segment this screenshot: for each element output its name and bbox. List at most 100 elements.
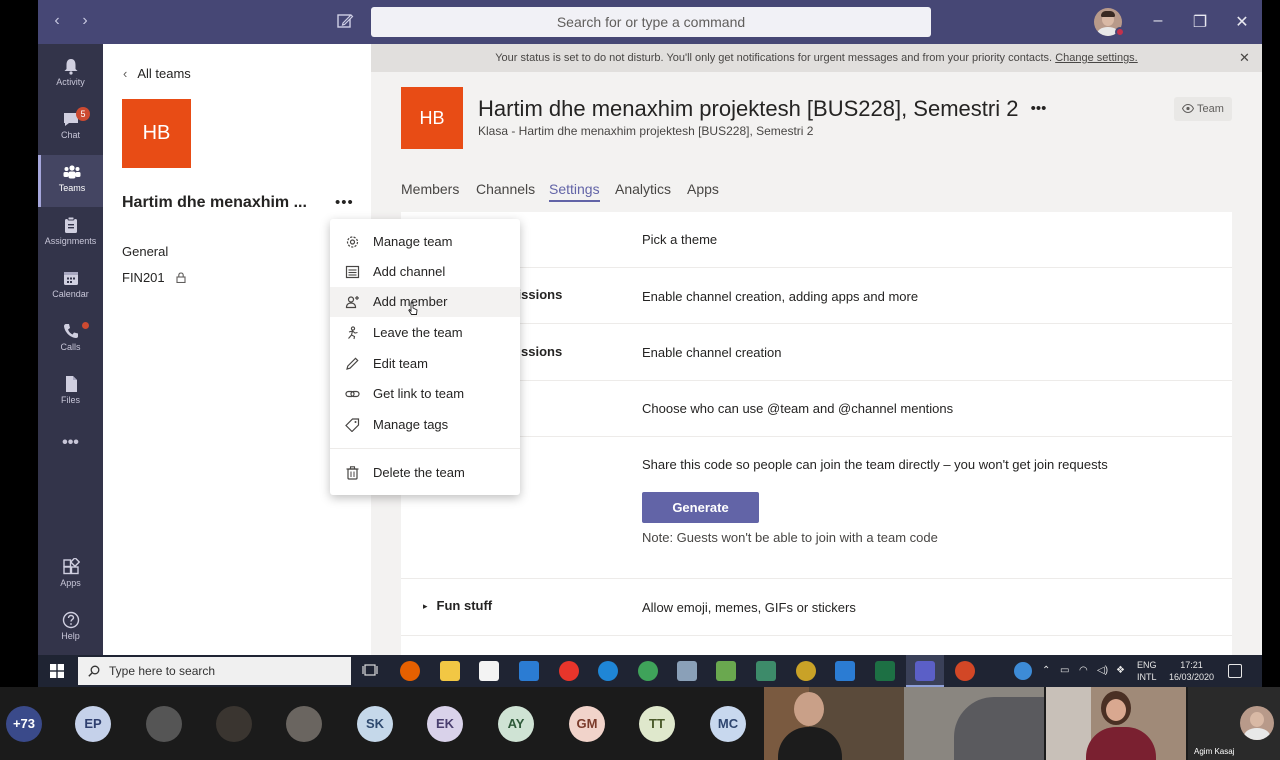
tab-settings[interactable]: Settings	[549, 181, 600, 202]
help-tray-icon[interactable]	[1014, 662, 1032, 680]
team-title-more-button[interactable]: •••	[1031, 100, 1047, 117]
team-code-description: Share this code so people can join the t…	[642, 457, 1108, 472]
channel-list-icon	[345, 265, 360, 279]
file-explorer-icon[interactable]	[440, 661, 460, 681]
teams-taskbar-icon[interactable]	[915, 661, 935, 681]
tab-channels[interactable]: Channels	[476, 181, 535, 197]
notification-center-icon[interactable]	[1228, 664, 1242, 678]
rail-label: Teams	[58, 183, 86, 193]
rail-item-help[interactable]: Help	[38, 603, 103, 655]
participant-avatar[interactable]: AY	[498, 706, 534, 742]
remote-desktop-icon[interactable]	[756, 661, 776, 681]
chrome-icon[interactable]	[638, 661, 658, 681]
opera-icon[interactable]	[559, 661, 579, 681]
excel-icon[interactable]	[875, 661, 895, 681]
battery-icon[interactable]: ▭	[1060, 665, 1069, 676]
taskbar-search-input[interactable]: Type here to search	[78, 657, 351, 685]
menu-item-manage-team[interactable]: Manage team	[330, 227, 520, 257]
compose-icon[interactable]	[336, 12, 354, 30]
rail-item-assignments[interactable]: Assignments	[38, 208, 103, 260]
menu-divider	[330, 448, 520, 449]
outlook-icon[interactable]	[835, 661, 855, 681]
team-visibility-button[interactable]: Team	[1174, 97, 1232, 121]
tab-members[interactable]: Members	[401, 181, 459, 197]
participant-photo[interactable]	[146, 706, 182, 742]
banner-text: Your status is set to do not disturb. Yo…	[495, 52, 1053, 64]
generate-button[interactable]: Generate	[642, 492, 759, 523]
store-icon[interactable]	[479, 661, 499, 681]
participant-video-tile[interactable]	[1046, 687, 1186, 760]
guest-permissions-title[interactable]: ssions	[521, 344, 562, 359]
network-app-icon[interactable]	[677, 661, 697, 681]
wifi-icon[interactable]: ◠	[1079, 665, 1088, 676]
eye-icon	[1181, 103, 1195, 114]
menu-item-add-member[interactable]: Add member	[330, 287, 520, 317]
close-button[interactable]: ✕	[1232, 12, 1252, 32]
volume-icon[interactable]: ◁)	[1097, 665, 1108, 676]
participant-video-tile[interactable]	[764, 687, 904, 760]
participant-photo[interactable]	[286, 706, 322, 742]
clock-date: 16/03/2020	[1169, 672, 1215, 682]
participant-avatar[interactable]: SK	[357, 706, 393, 742]
rail-item-chat[interactable]: Chat 5	[38, 102, 103, 154]
participant-avatar[interactable]: GM	[569, 706, 605, 742]
change-settings-link[interactable]: Change settings.	[1055, 52, 1138, 64]
menu-item-get-link[interactable]: Get link to team	[330, 379, 520, 409]
all-teams-label: All teams	[137, 66, 191, 81]
back-button[interactable]: ‹	[47, 12, 67, 30]
team-more-button[interactable]: •••	[335, 194, 354, 211]
firefox-icon[interactable]	[400, 661, 420, 681]
windows-start-icon[interactable]	[50, 664, 64, 678]
powerpoint-icon[interactable]	[955, 661, 975, 681]
notepad-icon[interactable]	[716, 661, 736, 681]
menu-item-label: Delete the team	[373, 465, 465, 480]
menu-item-edit-team[interactable]: Edit team	[330, 349, 520, 379]
forward-button[interactable]: ›	[75, 12, 95, 30]
banner-close-icon[interactable]: ✕	[1239, 44, 1250, 72]
rail-item-more[interactable]: •••	[38, 424, 103, 476]
participant-avatar[interactable]: EP	[75, 706, 111, 742]
rail-item-apps[interactable]: Apps	[38, 550, 103, 602]
mentions-description: Choose who can use @team and @channel me…	[642, 401, 954, 416]
bell-icon	[64, 59, 77, 75]
menu-item-add-channel[interactable]: Add channel	[330, 257, 520, 287]
participant-video-tile[interactable]	[904, 687, 1044, 760]
rail-item-files[interactable]: Files	[38, 367, 103, 419]
participant-photo[interactable]	[216, 706, 252, 742]
participant-avatar[interactable]: MC	[710, 706, 746, 742]
rail-item-calls[interactable]: Calls	[38, 314, 103, 366]
dropbox-icon[interactable]: ❖	[1116, 665, 1125, 676]
menu-item-leave-team[interactable]: Leave the team	[330, 318, 520, 348]
participant-avatar[interactable]: TT	[639, 706, 675, 742]
participants-overflow-badge[interactable]: +73	[6, 706, 42, 742]
menu-item-manage-tags[interactable]: Manage tags	[330, 410, 520, 440]
restore-button[interactable]: ❐	[1190, 12, 1210, 32]
taskbar-search-placeholder: Type here to search	[109, 664, 216, 678]
minimize-button[interactable]: –	[1148, 12, 1168, 30]
fun-stuff-row[interactable]: ▸ Fun stuff	[423, 598, 492, 613]
person-head	[794, 692, 824, 726]
chevron-up-icon[interactable]: ⌃	[1042, 665, 1050, 676]
participant-avatar[interactable]: EK	[427, 706, 463, 742]
menu-item-label: Leave the team	[373, 325, 463, 340]
channel-label: FIN201	[122, 270, 165, 285]
menu-item-delete-team[interactable]: Delete the team	[330, 458, 520, 488]
keyboard-language[interactable]: ENG INTL	[1137, 659, 1157, 683]
tab-analytics[interactable]: Analytics	[615, 181, 671, 197]
paint-icon[interactable]	[796, 661, 816, 681]
task-view-icon[interactable]	[362, 664, 378, 678]
rail-item-calendar[interactable]: Calendar	[38, 261, 103, 313]
language-code: ENG	[1137, 660, 1157, 670]
channel-general[interactable]: General	[122, 244, 168, 259]
rail-item-teams[interactable]: Teams	[38, 155, 103, 207]
presenter-body	[1244, 728, 1270, 740]
mail-icon[interactable]	[519, 661, 539, 681]
edge-icon[interactable]	[598, 661, 618, 681]
all-teams-link[interactable]: ‹ All teams	[123, 66, 191, 81]
rail-item-activity[interactable]: Activity	[38, 49, 103, 101]
assignments-icon	[64, 216, 77, 233]
command-search-input[interactable]: Search for or type a command	[371, 7, 931, 37]
channel-fin201[interactable]: FIN201	[122, 270, 186, 285]
clock[interactable]: 17:21 16/03/2020	[1169, 659, 1214, 683]
tab-apps[interactable]: Apps	[687, 181, 719, 197]
